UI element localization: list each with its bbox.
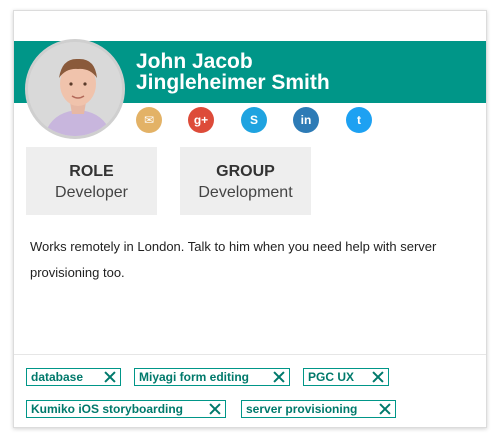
role-box: ROLE Developer [26, 147, 157, 215]
tag-kumiko-ios-storyboarding: Kumiko iOS storyboarding [26, 400, 226, 418]
profile-name: John Jacob Jingleheimer Smith [136, 51, 330, 93]
name-line-2: Jingleheimer Smith [136, 71, 330, 94]
tag-label: server provisioning [246, 402, 358, 416]
google-plus-icon[interactable]: g+ [188, 107, 214, 133]
close-icon[interactable] [273, 371, 285, 383]
group-label: GROUP [216, 163, 275, 180]
group-value: Development [198, 184, 293, 201]
close-icon[interactable] [379, 403, 391, 415]
tag-label: Kumiko iOS storyboarding [31, 402, 184, 416]
twitter-icon[interactable]: t [346, 107, 372, 133]
close-icon[interactable] [209, 403, 221, 415]
group-box: GROUP Development [180, 147, 311, 215]
divider [14, 354, 486, 355]
close-icon[interactable] [104, 371, 116, 383]
close-icon[interactable] [372, 371, 384, 383]
tag-miyagi-form-editing: Miyagi form editing [134, 368, 290, 386]
name-line-1: John Jacob [136, 50, 253, 73]
linkedin-icon[interactable]: in [293, 107, 319, 133]
skype-icon[interactable]: S [241, 107, 267, 133]
tag-label: PGC UX [308, 370, 355, 384]
tag-label: database [31, 370, 84, 384]
email-icon[interactable]: ✉ [136, 107, 162, 133]
tag-database: database [26, 368, 121, 386]
profile-card: John Jacob Jingleheimer Smith ✉ g+ S in … [13, 10, 487, 428]
tag-pgc-ux: PGC UX [303, 368, 389, 386]
tag-server-provisioning: server provisioning [241, 400, 396, 418]
role-label: ROLE [69, 163, 114, 180]
tag-label: Miyagi form editing [139, 370, 250, 384]
role-value: Developer [55, 184, 128, 201]
avatar [25, 39, 125, 139]
profile-description: Works remotely in London. Talk to him wh… [30, 239, 437, 280]
avatar-photo [28, 42, 122, 136]
